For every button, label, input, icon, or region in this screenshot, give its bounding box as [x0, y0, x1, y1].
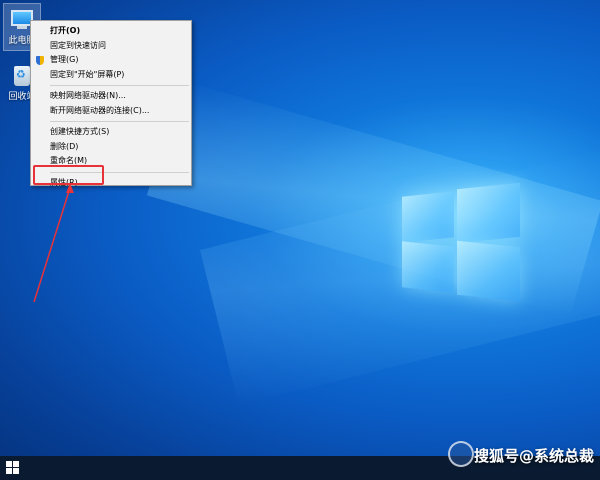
windows-start-icon[interactable] [6, 461, 20, 475]
wallpaper-light-beam [200, 148, 600, 406]
context-menu: 打开(O) 固定到快速访问 管理(G) 固定到"开始"屏幕(P) 映射网络驱动器… [30, 20, 192, 187]
menu-separator [50, 121, 189, 122]
menu-item-create-shortcut[interactable]: 创建快捷方式(S) [31, 125, 191, 140]
menu-item-label: 管理(G) [50, 55, 79, 64]
wallpaper-light-beam [146, 80, 600, 317]
menu-separator [50, 85, 189, 86]
admin-shield-icon [36, 56, 44, 65]
menu-item-pin-start[interactable]: 固定到"开始"屏幕(P) [31, 68, 191, 83]
menu-item-open[interactable]: 打开(O) [31, 24, 191, 39]
windows-wallpaper-logo [402, 182, 520, 302]
highlight-box [33, 165, 104, 185]
watermark: 搜狐号@系统总裁 [473, 447, 594, 465]
menu-item-delete[interactable]: 删除(D) [31, 140, 191, 155]
menu-item-pin-quick-access[interactable]: 固定到快速访问 [31, 39, 191, 54]
menu-item-map-drive[interactable]: 映射网络驱动器(N)... [31, 89, 191, 104]
menu-item-manage[interactable]: 管理(G) [31, 53, 191, 68]
menu-item-disconnect-drive[interactable]: 断开网络驱动器的连接(C)... [31, 104, 191, 119]
